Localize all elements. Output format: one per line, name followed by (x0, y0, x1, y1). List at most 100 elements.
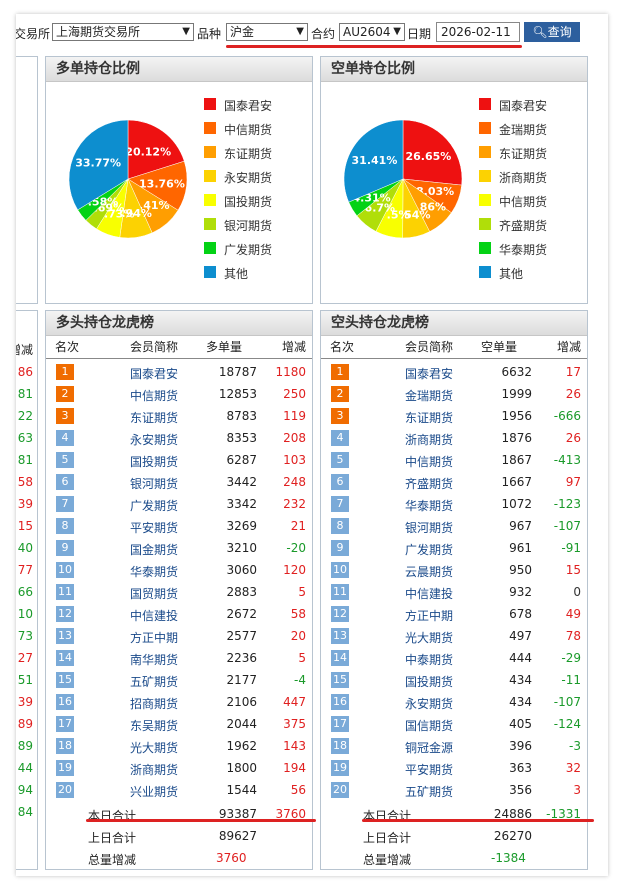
table-row[interactable]: 2 金瑞期货 1999 26 (321, 384, 587, 406)
table-row[interactable]: 17 东吴期货 2044 375 (46, 714, 312, 736)
table-row[interactable]: 4 永安期货 8353 208 (46, 428, 312, 450)
variety-select[interactable]: 沪金 ▼ (226, 23, 308, 41)
table-row[interactable]: 14 中泰期货 444 -29 (321, 648, 587, 670)
table-row[interactable]: 20 五矿期货 356 3 (321, 780, 587, 802)
member-name[interactable]: 中信建投 (130, 607, 178, 624)
member-name[interactable]: 华泰期货 (405, 497, 453, 514)
position-qty: 356 (509, 783, 532, 797)
contract-select[interactable]: AU2604 ▼ (339, 23, 405, 41)
table-row[interactable]: 6 齐盛期货 1667 97 (321, 472, 587, 494)
member-name[interactable]: 国信期货 (405, 717, 453, 734)
table-row[interactable]: 12 中信建投 2672 58 (46, 604, 312, 626)
member-name[interactable]: 国投期货 (130, 453, 178, 470)
table-row[interactable]: 5 国投期货 6287 103 (46, 450, 312, 472)
table-row[interactable]: 10 华泰期货 3060 120 (46, 560, 312, 582)
member-name[interactable]: 光大期货 (405, 629, 453, 646)
member-name[interactable]: 招商期货 (130, 695, 178, 712)
member-name[interactable]: 中信期货 (130, 387, 178, 404)
member-name[interactable]: 国泰君安 (130, 365, 178, 382)
table-row[interactable]: 4 浙商期货 1876 26 (321, 428, 587, 450)
table-row[interactable]: 12 方正中期 678 49 (321, 604, 587, 626)
member-name[interactable]: 国投期货 (405, 673, 453, 690)
left-column-value: 89 (17, 717, 33, 731)
table-row[interactable]: 19 浙商期货 1800 194 (46, 758, 312, 780)
member-name[interactable]: 齐盛期货 (405, 475, 453, 492)
member-name[interactable]: 光大期货 (130, 739, 178, 756)
legend-label: 浙商期货 (499, 171, 548, 185)
query-button[interactable]: 🔍︎查询 (524, 22, 580, 42)
table-row[interactable]: 5 中信期货 1867 -413 (321, 450, 587, 472)
table-row[interactable]: 13 方正中期 2577 20 (46, 626, 312, 648)
member-name[interactable]: 浙商期货 (130, 761, 178, 778)
member-name[interactable]: 中信建投 (405, 585, 453, 602)
member-name[interactable]: 东证期货 (405, 409, 453, 426)
member-name[interactable]: 国泰君安 (405, 365, 453, 382)
member-name[interactable]: 方正中期 (405, 607, 453, 624)
table-row[interactable]: 13 光大期货 497 78 (321, 626, 587, 648)
table-row[interactable]: 15 国投期货 434 -11 (321, 670, 587, 692)
short-ranking-title: 空头持仓龙虎榜 (321, 311, 587, 336)
rank-badge: 18 (331, 738, 349, 754)
table-row[interactable]: 19 平安期货 363 32 (321, 758, 587, 780)
table-row[interactable]: 3 东证期货 8783 119 (46, 406, 312, 428)
table-row[interactable]: 7 华泰期货 1072 -123 (321, 494, 587, 516)
position-change: 250 (283, 387, 306, 401)
table-row[interactable]: 14 南华期货 2236 5 (46, 648, 312, 670)
table-row[interactable]: 18 光大期货 1962 143 (46, 736, 312, 758)
table-row[interactable]: 6 银河期货 3442 248 (46, 472, 312, 494)
position-change: 21 (290, 519, 306, 533)
position-change: -4 (294, 673, 306, 687)
table-row[interactable]: 3 东证期货 1956 -666 (321, 406, 587, 428)
table-row[interactable]: 1 国泰君安 18787 1180 (46, 362, 312, 384)
member-name[interactable]: 银河期货 (130, 475, 178, 492)
table-row[interactable]: 2 中信期货 12853 250 (46, 384, 312, 406)
table-row[interactable]: 11 国贸期货 2883 5 (46, 582, 312, 604)
member-name[interactable]: 五矿期货 (130, 673, 178, 690)
table-row[interactable]: 10 云晨期货 950 15 (321, 560, 587, 582)
table-row[interactable]: 16 招商期货 2106 447 (46, 692, 312, 714)
table-row[interactable]: 11 中信建投 932 0 (321, 582, 587, 604)
member-name[interactable]: 国金期货 (130, 541, 178, 558)
table-row[interactable]: 18 铜冠金源 396 -3 (321, 736, 587, 758)
member-name[interactable]: 国贸期货 (130, 585, 178, 602)
member-name[interactable]: 银河期货 (405, 519, 453, 536)
member-name[interactable]: 方正中期 (130, 629, 178, 646)
position-change: -20 (286, 541, 306, 555)
rank-badge: 1 (331, 364, 349, 380)
member-name[interactable]: 南华期货 (130, 651, 178, 668)
member-name[interactable]: 平安期货 (405, 761, 453, 778)
member-name[interactable]: 广发期货 (405, 541, 453, 558)
table-row[interactable]: 9 国金期货 3210 -20 (46, 538, 312, 560)
member-name[interactable]: 五矿期货 (405, 783, 453, 800)
member-name[interactable]: 中信期货 (405, 453, 453, 470)
member-name[interactable]: 铜冠金源 (405, 739, 453, 756)
short-position-pie-panel: 空单持仓比例 26.65% 8.03% 7.86% 7.54% 7.5% 6.7% 4.31… (320, 56, 588, 304)
left-column-value: 15 (17, 519, 33, 533)
member-name[interactable]: 平安期货 (130, 519, 178, 536)
member-name[interactable]: 云晨期货 (405, 563, 453, 580)
table-row[interactable]: 7 广发期货 3342 232 (46, 494, 312, 516)
date-input[interactable]: 2026-02-11 (436, 22, 520, 42)
table-row[interactable]: 20 兴业期货 1544 56 (46, 780, 312, 802)
table-row[interactable]: 17 国信期货 405 -124 (321, 714, 587, 736)
exchange-select[interactable]: 上海期货交易所 ▼ (52, 23, 194, 41)
legend-swatch (204, 170, 216, 182)
member-name[interactable]: 东吴期货 (130, 717, 178, 734)
member-name[interactable]: 东证期货 (130, 409, 178, 426)
table-row[interactable]: 16 永安期货 434 -107 (321, 692, 587, 714)
member-name[interactable]: 永安期货 (130, 431, 178, 448)
member-name[interactable]: 金瑞期货 (405, 387, 453, 404)
table-row[interactable]: 9 广发期货 961 -91 (321, 538, 587, 560)
table-row[interactable]: 1 国泰君安 6632 17 (321, 362, 587, 384)
member-name[interactable]: 广发期货 (130, 497, 178, 514)
table-row[interactable]: 15 五矿期货 2177 -4 (46, 670, 312, 692)
rank-badge: 2 (56, 386, 74, 402)
member-name[interactable]: 浙商期货 (405, 431, 453, 448)
table-row[interactable]: 8 平安期货 3269 21 (46, 516, 312, 538)
contract-select-value: AU2604 (343, 25, 391, 39)
member-name[interactable]: 永安期货 (405, 695, 453, 712)
member-name[interactable]: 兴业期货 (130, 783, 178, 800)
member-name[interactable]: 华泰期货 (130, 563, 178, 580)
member-name[interactable]: 中泰期货 (405, 651, 453, 668)
table-row[interactable]: 8 银河期货 967 -107 (321, 516, 587, 538)
